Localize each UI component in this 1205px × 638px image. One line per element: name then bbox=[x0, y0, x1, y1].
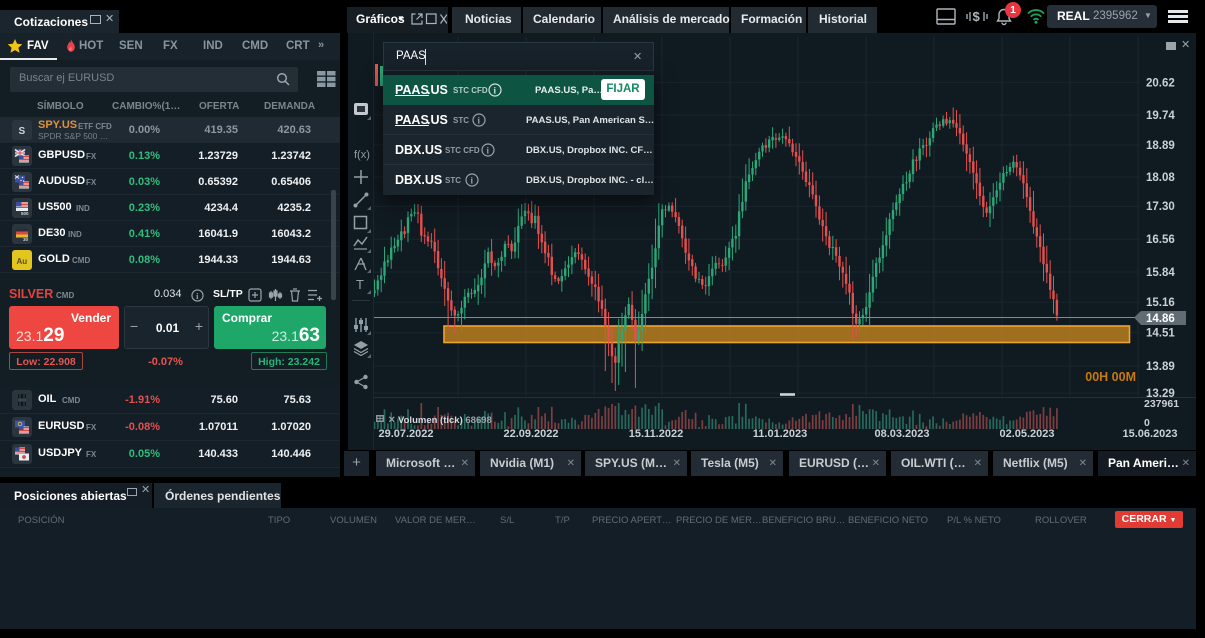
svg-text:29.07.2022: 29.07.2022 bbox=[378, 428, 433, 440]
svg-text:500: 500 bbox=[21, 211, 29, 216]
svg-text:i: i bbox=[487, 146, 490, 156]
svg-text:Au: Au bbox=[17, 257, 28, 266]
svg-text:15.16: 15.16 bbox=[1146, 297, 1175, 309]
svg-text:Volumen (tick) 68698: Volumen (tick) 68698 bbox=[398, 415, 492, 426]
svg-text:15.06.2023: 15.06.2023 bbox=[1122, 428, 1177, 440]
svg-text:i: i bbox=[196, 292, 199, 301]
svg-text:22.09.2022: 22.09.2022 bbox=[503, 428, 558, 440]
svg-text:18.89: 18.89 bbox=[1146, 140, 1175, 152]
svg-text:i: i bbox=[478, 116, 481, 126]
svg-text:15.84: 15.84 bbox=[1146, 267, 1175, 279]
svg-text:15.11.2022: 15.11.2022 bbox=[629, 428, 683, 440]
svg-text:i: i bbox=[494, 86, 497, 96]
svg-text:237961: 237961 bbox=[1144, 398, 1179, 410]
svg-text:$: $ bbox=[973, 9, 981, 24]
svg-text:14.51: 14.51 bbox=[1146, 328, 1175, 340]
svg-text:16.56: 16.56 bbox=[1146, 234, 1175, 246]
svg-text:02.05.2023: 02.05.2023 bbox=[999, 428, 1054, 440]
svg-text:18.08: 18.08 bbox=[1146, 172, 1175, 184]
svg-text:08.03.2023: 08.03.2023 bbox=[874, 428, 929, 440]
svg-text:✕: ✕ bbox=[388, 415, 396, 425]
svg-text:f(x): f(x) bbox=[354, 149, 370, 161]
svg-text:14.86: 14.86 bbox=[1146, 313, 1175, 325]
svg-text:00H 00M: 00H 00M bbox=[1085, 370, 1136, 384]
svg-text:20.62: 20.62 bbox=[1146, 77, 1175, 89]
svg-text:S: S bbox=[19, 126, 26, 137]
svg-text:T: T bbox=[356, 277, 364, 292]
svg-text:17.30: 17.30 bbox=[1146, 201, 1175, 213]
svg-text:i: i bbox=[471, 176, 474, 186]
svg-text:13.89: 13.89 bbox=[1146, 361, 1175, 373]
svg-text:30: 30 bbox=[23, 237, 29, 242]
svg-text:11.01.2023: 11.01.2023 bbox=[753, 428, 807, 440]
svg-text:19.74: 19.74 bbox=[1146, 110, 1175, 122]
